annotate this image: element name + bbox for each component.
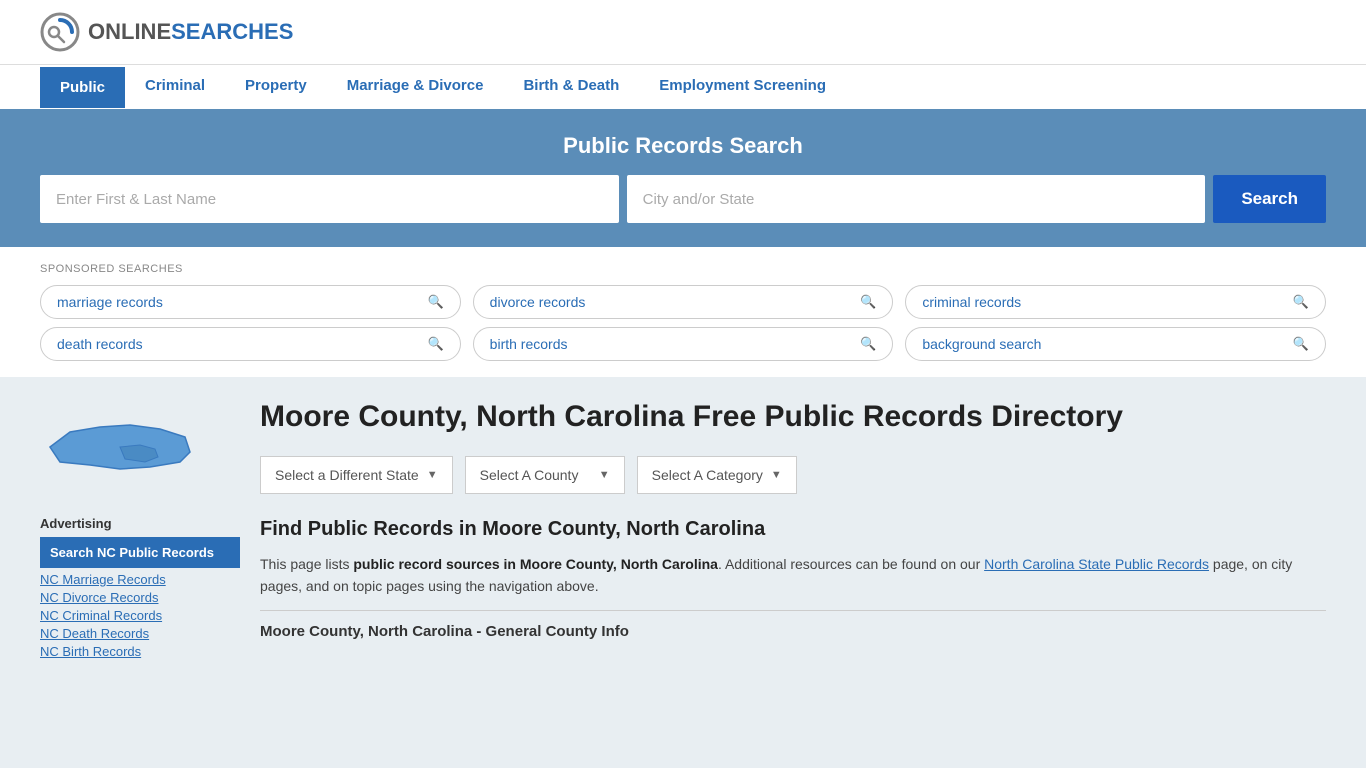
nav-item-marriage-divorce[interactable]: Marriage & Divorce xyxy=(327,65,504,109)
sponsored-links: marriage records 🔍 divorce records 🔍 cri… xyxy=(40,285,1326,361)
sidebar-link-death[interactable]: NC Death Records xyxy=(40,626,240,641)
search-icon: 🔍 xyxy=(1293,294,1309,310)
search-icon: 🔍 xyxy=(427,294,443,310)
sidebar-link-birth[interactable]: NC Birth Records xyxy=(40,644,240,659)
search-icon: 🔍 xyxy=(860,336,876,352)
search-button[interactable]: Search xyxy=(1213,175,1326,223)
content-area: Moore County, North Carolina Free Public… xyxy=(260,397,1326,662)
sponsored-row-2: death records 🔍 birth records 🔍 backgrou… xyxy=(40,327,1326,361)
sidebar: Advertising Search NC Public Records NC … xyxy=(40,397,240,662)
sidebar-ad-highlight[interactable]: Search NC Public Records xyxy=(40,537,240,568)
county-selector[interactable]: Select A County ▼ xyxy=(465,456,625,494)
nav-item-birth-death[interactable]: Birth & Death xyxy=(503,65,639,109)
search-icon: 🔍 xyxy=(1293,336,1309,352)
advertising-label: Advertising xyxy=(40,516,240,531)
sponsored-pill-death[interactable]: death records 🔍 xyxy=(40,327,461,361)
sponsored-pill-birth[interactable]: birth records 🔍 xyxy=(473,327,894,361)
nav-item-employment[interactable]: Employment Screening xyxy=(639,65,846,109)
county-info-title: Moore County, North Carolina - General C… xyxy=(260,623,1326,640)
sidebar-link-marriage[interactable]: NC Marriage Records xyxy=(40,572,240,587)
divider xyxy=(260,610,1326,611)
sponsored-pill-divorce[interactable]: divorce records 🔍 xyxy=(473,285,894,319)
sidebar-link-criminal[interactable]: NC Criminal Records xyxy=(40,608,240,623)
nav-item-public[interactable]: Public xyxy=(40,67,125,108)
logo-icon xyxy=(40,12,80,52)
logo-online: ONLINE xyxy=(88,19,171,44)
selectors-row: Select a Different State ▼ Select A Coun… xyxy=(260,456,1326,494)
header: ONLINESEARCHES xyxy=(0,0,1366,64)
search-icon: 🔍 xyxy=(427,336,443,352)
logo-searches: SEARCHES xyxy=(171,19,293,44)
chevron-down-icon: ▼ xyxy=(599,469,610,481)
category-selector[interactable]: Select A Category ▼ xyxy=(637,456,797,494)
sidebar-link-divorce[interactable]: NC Divorce Records xyxy=(40,590,240,605)
description-text: This page lists public record sources in… xyxy=(260,553,1326,598)
main-content: Advertising Search NC Public Records NC … xyxy=(0,377,1366,682)
nav-item-property[interactable]: Property xyxy=(225,65,327,109)
chevron-down-icon: ▼ xyxy=(427,469,438,481)
search-banner: Public Records Search Search xyxy=(0,109,1366,247)
nav-item-criminal[interactable]: Criminal xyxy=(125,65,225,109)
main-nav: Public Criminal Property Marriage & Divo… xyxy=(0,64,1366,109)
state-selector[interactable]: Select a Different State ▼ xyxy=(260,456,453,494)
sponsored-section: SPONSORED SEARCHES marriage records 🔍 di… xyxy=(0,247,1366,377)
sponsored-row-1: marriage records 🔍 divorce records 🔍 cri… xyxy=(40,285,1326,319)
sponsored-label: SPONSORED SEARCHES xyxy=(40,263,1326,275)
logo-text: ONLINESEARCHES xyxy=(88,19,293,45)
sponsored-pill-marriage[interactable]: marriage records 🔍 xyxy=(40,285,461,319)
nc-state-link[interactable]: North Carolina State Public Records xyxy=(984,556,1209,572)
search-banner-title: Public Records Search xyxy=(40,133,1326,159)
page-title: Moore County, North Carolina Free Public… xyxy=(260,397,1326,436)
location-input[interactable] xyxy=(627,175,1206,223)
search-fields: Search xyxy=(40,175,1326,223)
search-icon: 🔍 xyxy=(860,294,876,310)
name-input[interactable] xyxy=(40,175,619,223)
logo[interactable]: ONLINESEARCHES xyxy=(40,12,293,52)
nc-state-map xyxy=(40,397,200,497)
sponsored-pill-background[interactable]: background search 🔍 xyxy=(905,327,1326,361)
section-title: Find Public Records in Moore County, Nor… xyxy=(260,518,1326,541)
sponsored-pill-criminal[interactable]: criminal records 🔍 xyxy=(905,285,1326,319)
chevron-down-icon: ▼ xyxy=(771,469,782,481)
sidebar-map xyxy=(40,397,240,500)
